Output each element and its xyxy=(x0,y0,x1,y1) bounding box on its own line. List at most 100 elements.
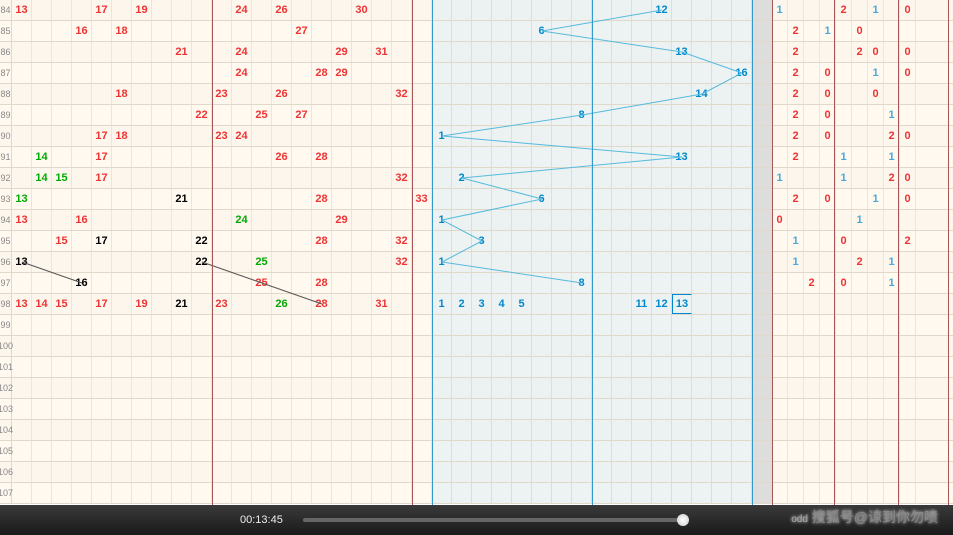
blue-cell xyxy=(552,105,572,125)
blue-cell xyxy=(612,84,632,104)
summary-cell xyxy=(836,357,852,377)
summary-cell: 0 xyxy=(900,0,916,20)
summary-cell xyxy=(868,483,884,503)
blue-cell xyxy=(592,336,612,356)
blue-cell xyxy=(572,336,592,356)
blue-cell xyxy=(532,105,552,125)
left-cell xyxy=(72,462,92,482)
left-cell xyxy=(152,21,172,41)
blue-cell xyxy=(532,399,552,419)
summary-cell: 1 xyxy=(836,168,852,188)
left-cell xyxy=(132,378,152,398)
blue-cell xyxy=(432,84,452,104)
row-id: 99 xyxy=(0,315,12,335)
blue-cell: 2 xyxy=(452,294,472,314)
summary-cell: 2 xyxy=(836,0,852,20)
blue-cell xyxy=(592,294,612,314)
summary-cell: 0 xyxy=(900,63,916,83)
left-cell xyxy=(72,294,92,314)
gray-gap xyxy=(752,294,772,314)
summary-cell: 0 xyxy=(900,168,916,188)
left-cell xyxy=(12,357,32,377)
blue-cell xyxy=(732,126,752,146)
blue-cell xyxy=(732,0,752,20)
left-cell xyxy=(272,252,292,272)
summary-cell xyxy=(900,147,916,167)
blue-cell xyxy=(612,483,632,503)
summary-cell xyxy=(868,315,884,335)
grid-row: 8621242931132200 xyxy=(0,42,953,63)
left-cell xyxy=(412,441,432,461)
left-cell xyxy=(272,483,292,503)
left-cell xyxy=(12,63,32,83)
blue-cell xyxy=(532,210,552,230)
left-cell xyxy=(92,210,112,230)
left-cell xyxy=(152,252,172,272)
blue-cell xyxy=(592,441,612,461)
left-cell xyxy=(72,378,92,398)
blue-cell xyxy=(512,252,532,272)
left-cell xyxy=(312,399,332,419)
left-cell xyxy=(172,336,192,356)
summary-cell xyxy=(772,21,788,41)
blue-cell xyxy=(632,357,652,377)
blue-cell xyxy=(652,84,672,104)
blue-cell xyxy=(512,126,532,146)
left-cell xyxy=(292,378,312,398)
blue-cell xyxy=(552,21,572,41)
summary-cell xyxy=(788,462,804,482)
left-cell xyxy=(352,84,372,104)
left-cell xyxy=(232,273,252,293)
seek-track[interactable] xyxy=(303,518,683,522)
blue-cell xyxy=(632,273,652,293)
seek-knob[interactable] xyxy=(677,514,689,526)
summary-cell xyxy=(804,357,820,377)
summary-cell: 0 xyxy=(852,21,868,41)
blue-cell xyxy=(512,441,532,461)
left-cell xyxy=(212,189,232,209)
blue-cell xyxy=(692,399,712,419)
row-id: 94 xyxy=(0,210,12,230)
blue-cell xyxy=(432,483,452,503)
left-cell xyxy=(52,378,72,398)
blue-cell xyxy=(672,126,692,146)
blue-cell xyxy=(452,147,472,167)
blue-cell xyxy=(492,84,512,104)
blue-cell xyxy=(672,378,692,398)
left-cell xyxy=(12,378,32,398)
left-cell xyxy=(112,105,132,125)
left-cell xyxy=(12,273,32,293)
blue-cell xyxy=(432,189,452,209)
left-cell xyxy=(372,483,392,503)
summary-cell xyxy=(868,252,884,272)
summary-cell xyxy=(772,147,788,167)
blue-cell xyxy=(492,336,512,356)
blue-cell xyxy=(672,0,692,20)
blue-cell xyxy=(712,252,732,272)
divider-blue-end xyxy=(752,0,753,505)
left-cell xyxy=(12,147,32,167)
left-cell xyxy=(252,231,272,251)
blue-cell xyxy=(452,84,472,104)
summary-cell xyxy=(900,441,916,461)
left-cell xyxy=(232,483,252,503)
left-cell xyxy=(72,336,92,356)
summary-cell xyxy=(804,420,820,440)
summary-cell xyxy=(772,399,788,419)
blue-cell xyxy=(612,63,632,83)
summary-cell xyxy=(868,147,884,167)
blue-cell xyxy=(552,399,572,419)
left-cell xyxy=(252,63,272,83)
left-cell xyxy=(132,231,152,251)
left-cell xyxy=(352,483,372,503)
left-cell xyxy=(212,336,232,356)
summary-cell xyxy=(804,126,820,146)
grid-row: 105 xyxy=(0,441,953,462)
blue-cell xyxy=(492,126,512,146)
left-cell xyxy=(112,63,132,83)
gray-gap xyxy=(752,21,772,41)
left-cell: 22 xyxy=(192,105,212,125)
left-cell xyxy=(332,168,352,188)
summary-cell xyxy=(852,84,868,104)
left-cell xyxy=(352,63,372,83)
